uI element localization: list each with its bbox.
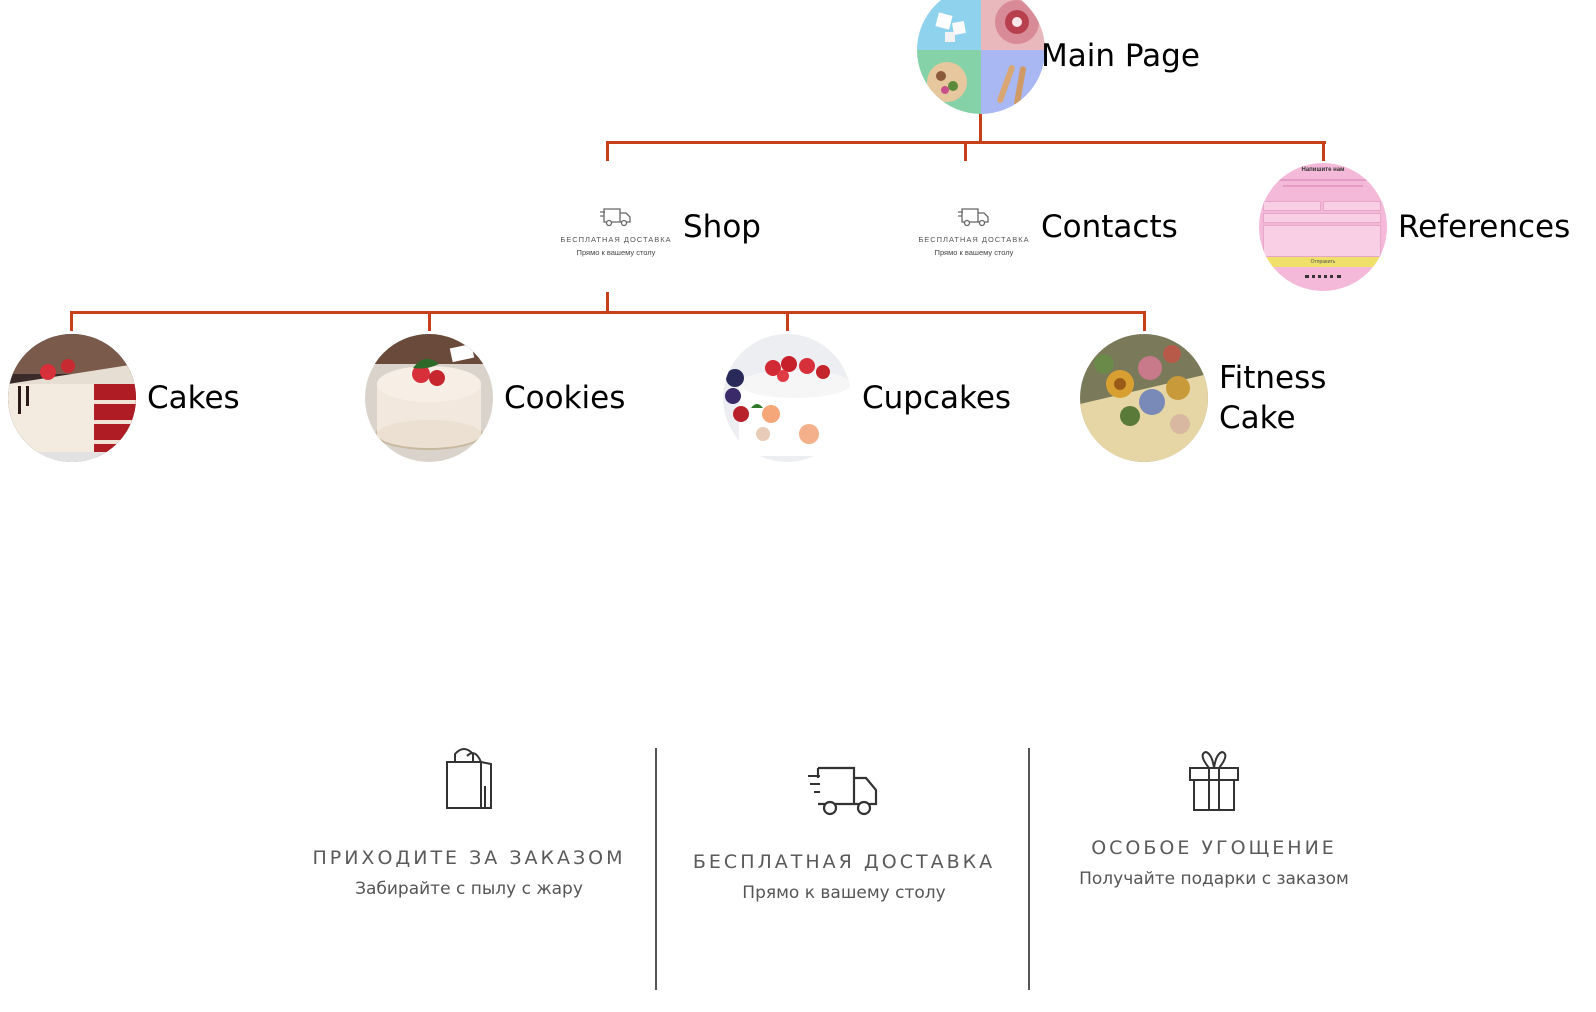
gift-icon <box>1189 750 1239 811</box>
feature-gift: ОСОБОЕ УГОЩЕНИЕ Получайте подарки с зака… <box>1049 750 1379 889</box>
fitness-cake-line2: Cake <box>1219 400 1296 436</box>
form-name-field <box>1263 201 1321 211</box>
node-label-contacts[interactable]: Contacts <box>1041 207 1178 247</box>
connector-cupcakes-drop <box>786 311 789 331</box>
feature-delivery-title: БЕСПЛАТНАЯ ДОСТАВКА <box>692 851 996 873</box>
social-icons <box>1305 275 1341 281</box>
connector-references-drop <box>1322 141 1325 161</box>
feature-pickup: ПРИХОДИТЕ ЗА ЗАКАЗОМ Забирайте с пылу с … <box>304 746 634 899</box>
delivery-truck-icon <box>600 208 631 227</box>
connector-level2-bar <box>70 311 1146 314</box>
node-label-cupcakes[interactable]: Cupcakes <box>862 378 1011 418</box>
form-text-placeholder <box>1283 185 1363 187</box>
form-email-field <box>1323 201 1381 211</box>
feature-pickup-title: ПРИХОДИТЕ ЗА ЗАКАЗОМ <box>312 847 626 869</box>
feature-gift-title: ОСОБОЕ УГОЩЕНИЕ <box>1091 837 1337 859</box>
feature-delivery-subtitle: Прямо к вашему столу <box>742 883 946 903</box>
feature-divider <box>1028 748 1030 990</box>
connector-main-down <box>979 112 982 144</box>
shopping-bag-icon <box>446 748 492 809</box>
references-thumbnail[interactable]: Напишите нам Отправить <box>1259 163 1387 291</box>
node-label-main-page[interactable]: Main Page <box>1041 36 1200 76</box>
mini-delivery-subtitle: Прямо к вашему столу <box>576 248 656 257</box>
connector-fitness-drop <box>1143 311 1146 331</box>
mini-delivery-subtitle: Прямо к вашему столу <box>934 248 1014 257</box>
feature-gift-subtitle: Получайте подарки с заказом <box>1079 869 1349 889</box>
delivery-truck-icon <box>958 208 989 227</box>
form-text-placeholder <box>1279 179 1367 181</box>
contacts-thumbnail[interactable]: БЕСПЛАТНАЯ ДОСТАВКА Прямо к вашему столу <box>914 206 1034 257</box>
connector-shop-drop <box>606 141 609 161</box>
shop-thumbnail[interactable]: БЕСПЛАТНАЯ ДОСТАВКА Прямо к вашему столу <box>556 206 676 257</box>
delivery-truck-icon <box>808 766 878 816</box>
references-form-heading: Напишите нам <box>1301 167 1345 173</box>
form-submit-button: Отправить <box>1267 257 1379 267</box>
node-label-cakes[interactable]: Cakes <box>147 378 240 418</box>
cupcakes-thumbnail[interactable] <box>723 334 851 462</box>
connector-cookies-drop <box>428 311 431 331</box>
cookies-thumbnail[interactable] <box>365 334 493 462</box>
connector-contacts-drop <box>964 141 967 161</box>
feature-delivery: БЕСПЛАТНАЯ ДОСТАВКА Прямо к вашему столу <box>679 764 1009 903</box>
feature-pickup-subtitle: Забирайте с пылу с жару <box>355 879 583 899</box>
node-label-shop[interactable]: Shop <box>683 207 761 247</box>
cakes-thumbnail[interactable] <box>8 334 136 462</box>
node-label-references[interactable]: References <box>1398 207 1570 247</box>
feature-divider <box>655 748 657 990</box>
node-label-cookies[interactable]: Cookies <box>504 378 625 418</box>
mini-delivery-title: БЕСПЛАТНАЯ ДОСТАВКА <box>918 235 1030 244</box>
fitness-cake-thumbnail[interactable] <box>1080 334 1208 462</box>
mini-delivery-title: БЕСПЛАТНАЯ ДОСТАВКА <box>560 235 672 244</box>
connector-cakes-drop <box>70 311 73 331</box>
form-message-field <box>1263 225 1381 257</box>
main-page-thumbnail[interactable] <box>917 0 1045 114</box>
node-label-fitness-cake[interactable]: Fitness Cake <box>1219 358 1326 438</box>
fitness-cake-line1: Fitness <box>1219 360 1327 396</box>
form-phone-field <box>1263 213 1381 223</box>
